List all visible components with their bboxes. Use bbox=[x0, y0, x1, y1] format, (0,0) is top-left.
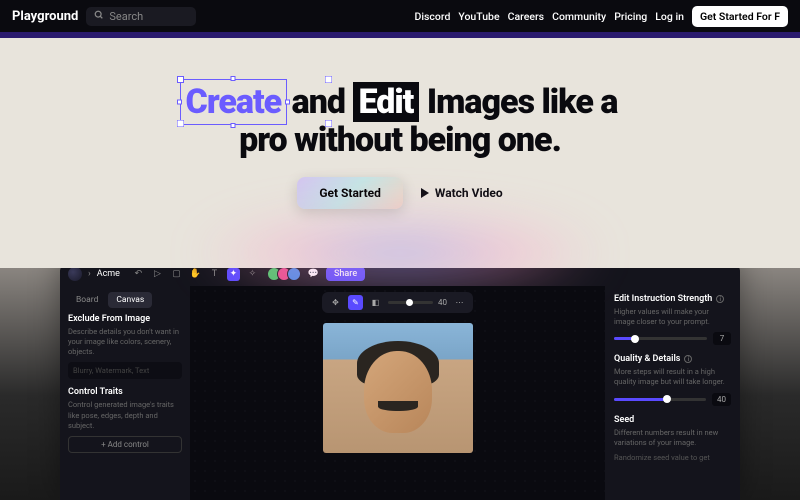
text-icon[interactable]: T bbox=[208, 268, 221, 281]
exclude-title: Exclude From Image bbox=[68, 314, 182, 324]
undo-icon[interactable]: ↶ bbox=[132, 268, 145, 281]
selection-handle-icon bbox=[231, 123, 236, 128]
watch-video-button[interactable]: Watch Video bbox=[421, 186, 503, 200]
slider-thumb-icon bbox=[406, 299, 413, 306]
quality-slider[interactable]: 40 bbox=[614, 393, 731, 406]
add-control-button[interactable]: + Add control bbox=[68, 436, 182, 453]
seed-desc: Different numbers result in new variatio… bbox=[614, 428, 731, 448]
hero-headline: Create and Edit Images like a pro withou… bbox=[0, 83, 800, 159]
cursor-icon[interactable]: ▷ bbox=[151, 268, 164, 281]
quality-label: Quality & Details bbox=[614, 354, 680, 364]
collaborator-avatars[interactable] bbox=[271, 267, 301, 281]
app-body: Board Canvas Exclude From Image Describe… bbox=[60, 286, 740, 500]
selection-handle-icon bbox=[231, 76, 236, 81]
search-placeholder: Search bbox=[109, 10, 143, 23]
play-icon bbox=[421, 188, 429, 198]
tab-canvas[interactable]: Canvas bbox=[108, 292, 152, 308]
left-sidebar: Board Canvas Exclude From Image Describe… bbox=[60, 286, 190, 500]
control-desc: Control generated image's traits like po… bbox=[68, 400, 182, 430]
nav-community[interactable]: Community bbox=[552, 10, 606, 23]
floating-toolbar: ✥ ✎ ◧ 40 ⋯ bbox=[322, 292, 473, 313]
strength-value: 7 bbox=[713, 332, 731, 345]
sidebar-tabs: Board Canvas bbox=[68, 292, 182, 308]
app-preview-wrap: › Acme ↶ ▷ ▢ ✋ T ✦ ✧ 💬 Share Board Ca bbox=[0, 268, 800, 500]
image-content bbox=[378, 401, 418, 411]
seed-title: Seed bbox=[614, 415, 731, 425]
control-title: Control Traits bbox=[68, 387, 182, 397]
sparkle-icon[interactable]: ✧ bbox=[246, 268, 259, 281]
headline-word-edit: Edit bbox=[353, 82, 420, 122]
hand-icon[interactable]: ✋ bbox=[189, 268, 202, 281]
strength-slider[interactable]: 7 bbox=[614, 332, 731, 345]
exclude-desc: Describe details you don't want in your … bbox=[68, 327, 182, 357]
selection-handle-icon bbox=[285, 100, 290, 105]
nav-careers[interactable]: Careers bbox=[508, 10, 545, 23]
selection-handle-icon bbox=[177, 100, 182, 105]
avatar bbox=[287, 267, 301, 281]
info-icon[interactable]: i bbox=[684, 355, 692, 363]
get-started-button[interactable]: Get Started bbox=[297, 177, 403, 209]
top-navbar: Playground Search Discord YouTube Career… bbox=[0, 0, 800, 32]
more-icon[interactable]: ⋯ bbox=[452, 295, 467, 310]
share-button[interactable]: Share bbox=[326, 267, 365, 281]
search-input[interactable]: Search bbox=[86, 7, 196, 26]
watch-video-label: Watch Video bbox=[435, 186, 503, 200]
brush-size-slider[interactable] bbox=[388, 301, 433, 304]
right-sidebar: Edit Instruction Strength i Higher value… bbox=[605, 286, 740, 500]
brush-size-value: 40 bbox=[438, 298, 447, 307]
app-logo-icon[interactable] bbox=[68, 267, 82, 281]
magic-icon[interactable]: ✦ bbox=[227, 268, 240, 281]
exclude-input[interactable]: Blurry, Watermark, Text bbox=[68, 362, 182, 379]
headline-rest1: Images like a bbox=[419, 82, 617, 122]
breadcrumb-current[interactable]: Acme bbox=[97, 269, 120, 279]
quality-value: 40 bbox=[712, 393, 731, 406]
headline-word-create: Create bbox=[183, 83, 285, 121]
breadcrumb-sep: › bbox=[88, 269, 91, 279]
image-content bbox=[364, 351, 432, 433]
app-window: › Acme ↶ ▷ ▢ ✋ T ✦ ✧ 💬 Share Board Ca bbox=[60, 262, 740, 500]
create-text: Create bbox=[186, 82, 282, 122]
nav-youtube[interactable]: YouTube bbox=[458, 10, 499, 23]
nav-discord[interactable]: Discord bbox=[414, 10, 450, 23]
quality-desc: More steps will result in a high quality… bbox=[614, 367, 731, 387]
brush-icon[interactable]: ✎ bbox=[348, 295, 363, 310]
slider-thumb-icon bbox=[631, 335, 639, 343]
info-icon[interactable]: i bbox=[716, 295, 724, 303]
hero-section: Create and Edit Images like a pro withou… bbox=[0, 38, 800, 268]
strength-title: Edit Instruction Strength i bbox=[614, 294, 731, 304]
search-icon bbox=[94, 10, 104, 23]
strength-desc: Higher values will make your image close… bbox=[614, 307, 731, 327]
brand-logo[interactable]: Playground bbox=[12, 9, 78, 24]
comment-icon[interactable]: 💬 bbox=[307, 268, 320, 281]
slider-thumb-icon bbox=[663, 395, 671, 403]
strength-label: Edit Instruction Strength bbox=[614, 294, 712, 304]
hero-buttons: Get Started Watch Video bbox=[0, 177, 800, 209]
get-started-free-button[interactable]: Get Started For F bbox=[692, 6, 788, 27]
tab-board[interactable]: Board bbox=[68, 292, 106, 308]
headline-and: and bbox=[284, 82, 352, 122]
nav-login[interactable]: Log in bbox=[655, 10, 684, 23]
eraser-icon[interactable]: ◧ bbox=[368, 295, 383, 310]
move-icon[interactable]: ✥ bbox=[328, 295, 343, 310]
canvas-area[interactable]: ✥ ✎ ◧ 40 ⋯ bbox=[190, 286, 605, 500]
quality-title: Quality & Details i bbox=[614, 354, 731, 364]
generated-image[interactable] bbox=[323, 323, 473, 453]
frame-icon[interactable]: ▢ bbox=[170, 268, 183, 281]
headline-line2: pro without being one. bbox=[239, 120, 561, 160]
randomize-hint: Randomize seed value to get bbox=[614, 453, 731, 463]
nav-pricing[interactable]: Pricing bbox=[614, 10, 647, 23]
